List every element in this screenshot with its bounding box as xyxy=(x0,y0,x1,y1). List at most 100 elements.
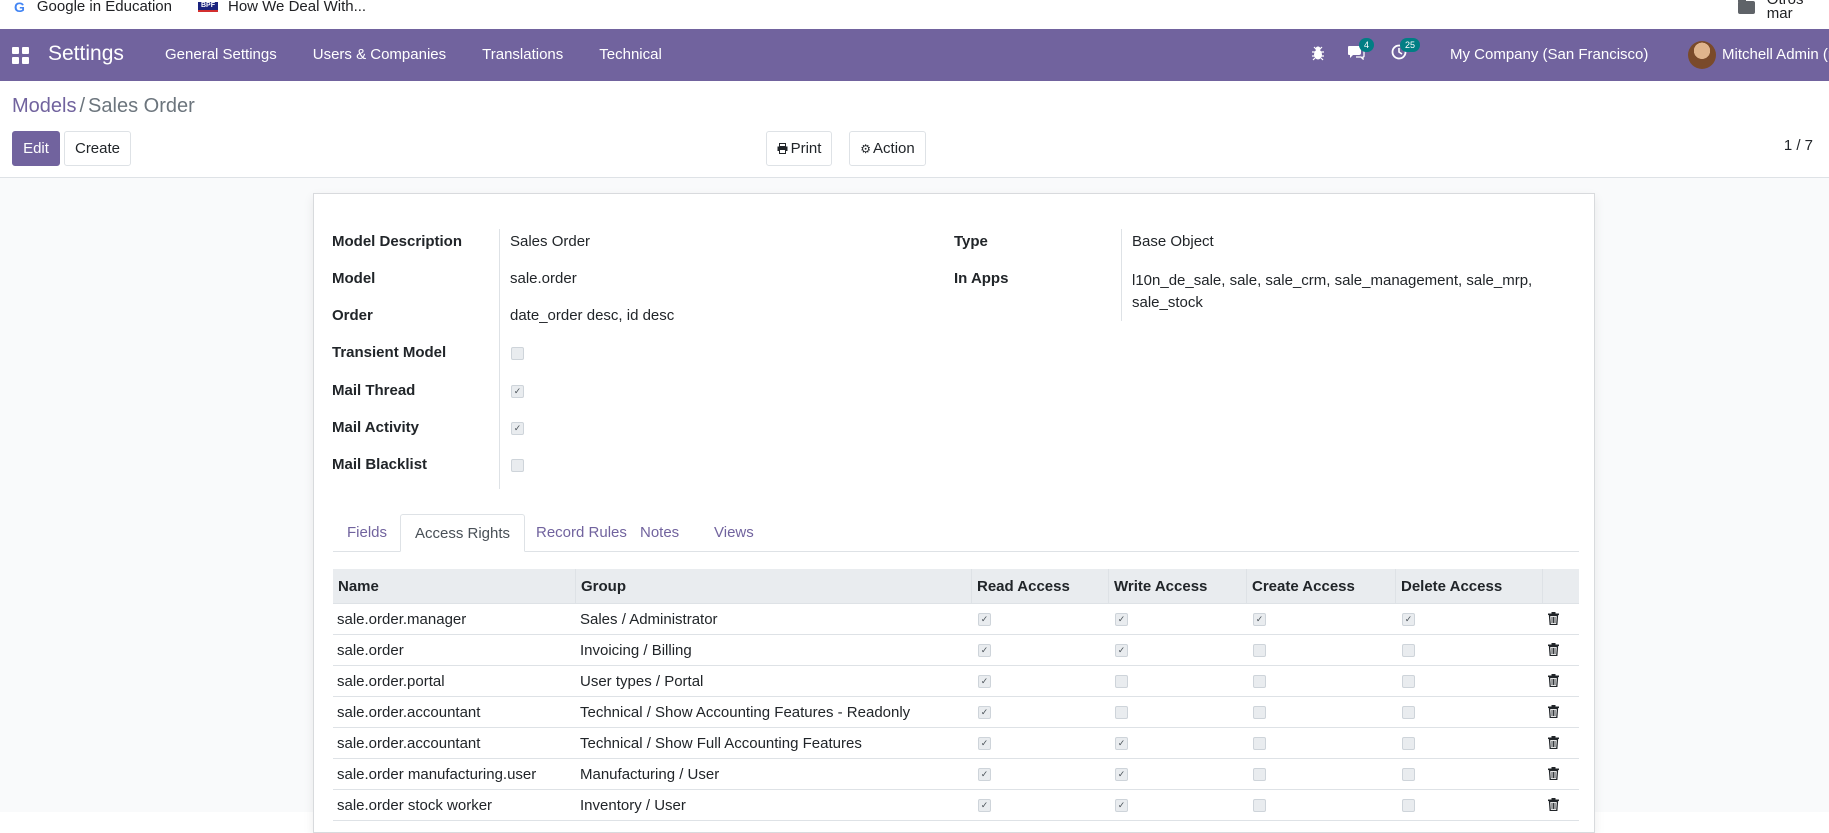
cell-group: Inventory / User xyxy=(580,797,686,814)
create-access-checkbox xyxy=(1253,737,1266,750)
tab-notes[interactable]: Notes xyxy=(626,514,693,552)
trash-icon[interactable] xyxy=(1548,705,1559,718)
transient-model-checkbox xyxy=(511,347,524,360)
cell-name: sale.order xyxy=(337,642,404,659)
table-row[interactable]: sale.order Invoicing / Billing xyxy=(333,635,1579,666)
delete-access-checkbox xyxy=(1402,675,1415,688)
table-row[interactable]: sale.order stock worker Inventory / User xyxy=(333,790,1579,821)
read-access-checkbox xyxy=(978,675,991,688)
column-group[interactable]: Group xyxy=(576,569,972,604)
table-row[interactable]: sale.order.accountant Technical / Show Ac… xyxy=(333,697,1579,728)
trash-icon[interactable] xyxy=(1548,643,1559,656)
avatar[interactable] xyxy=(1688,41,1716,69)
top-menu: General Settings Users & Companies Trans… xyxy=(165,46,698,63)
gear-icon: ⚙ xyxy=(860,141,872,156)
write-access-checkbox xyxy=(1115,706,1128,719)
bookmark-label: Google in Education xyxy=(36,0,172,15)
delete-access-checkbox xyxy=(1402,737,1415,750)
print-label: Print xyxy=(790,140,822,157)
read-access-checkbox xyxy=(978,644,991,657)
mail-activity-checkbox xyxy=(511,422,524,435)
print-button[interactable]: Print xyxy=(766,131,832,166)
delete-access-checkbox xyxy=(1402,706,1415,719)
write-access-checkbox xyxy=(1115,799,1128,812)
menu-users-companies[interactable]: Users & Companies xyxy=(313,46,446,63)
cell-group: Invoicing / Billing xyxy=(580,642,692,659)
menu-general-settings[interactable]: General Settings xyxy=(165,46,277,63)
trash-icon[interactable] xyxy=(1548,674,1559,687)
create-access-checkbox xyxy=(1253,613,1266,626)
form-view: Model Description Model Order Transient … xyxy=(0,178,1829,833)
chat-badge: 4 xyxy=(1359,38,1375,52)
tab-views[interactable]: Views xyxy=(700,514,768,552)
action-button[interactable]: ⚙ Action xyxy=(849,131,926,166)
create-access-checkbox xyxy=(1253,768,1266,781)
create-access-checkbox xyxy=(1253,706,1266,719)
breadcrumb-separator: / xyxy=(79,95,86,117)
control-panel: Models / Sales Order Edit Create Print ⚙ A… xyxy=(0,81,1829,178)
bookmark-google-education[interactable]: G Google in Education xyxy=(14,0,172,14)
app-brand[interactable]: Settings xyxy=(48,42,124,66)
delete-access-checkbox xyxy=(1402,799,1415,812)
menu-translations[interactable]: Translations xyxy=(482,46,563,63)
table-row[interactable]: sale.order.accountant Technical / Show Fu… xyxy=(333,728,1579,759)
google-icon: G xyxy=(14,0,25,15)
table-row[interactable]: sale.order.portal User types / Portal xyxy=(333,666,1579,697)
tab-record-rules[interactable]: Record Rules xyxy=(522,514,641,552)
table-body: sale.order.managerSales / Administrators… xyxy=(333,604,1579,821)
delete-access-checkbox xyxy=(1402,613,1415,626)
column-read-access[interactable]: Read Access xyxy=(972,569,1109,604)
pager-value[interactable]: 1 / 7 xyxy=(1784,137,1813,154)
folder-icon xyxy=(1738,0,1755,14)
bookmark-other-folder[interactable]: Otros mar xyxy=(1738,0,1829,21)
activity-badge: 25 xyxy=(1400,38,1421,52)
create-access-checkbox xyxy=(1253,644,1266,657)
column-name[interactable]: Name xyxy=(333,569,576,604)
column-delete-access[interactable]: Delete Access xyxy=(1396,569,1543,604)
company-switcher[interactable]: My Company (San Francisco) xyxy=(1450,46,1648,63)
column-create-access[interactable]: Create Access xyxy=(1247,569,1396,604)
value-order: date_order desc, id desc xyxy=(510,307,675,324)
apps-grid-icon[interactable] xyxy=(12,47,29,64)
value-in-apps: l10n_de_sale, sale, sale_crm, sale_manag… xyxy=(1132,270,1532,314)
bookmark-label: Otros mar xyxy=(1766,0,1804,22)
trash-icon[interactable] xyxy=(1548,736,1559,749)
label-type: Type xyxy=(954,233,988,250)
cell-group: Sales / Administrator xyxy=(580,611,718,628)
value-model-description: Sales Order xyxy=(510,233,591,250)
create-access-checkbox xyxy=(1253,675,1266,688)
form-sheet: Model Description Model Order Transient … xyxy=(313,193,1595,833)
cell-name: sale.order.manager xyxy=(337,611,467,628)
column-actions xyxy=(1543,569,1579,604)
read-access-checkbox xyxy=(978,737,991,750)
breadcrumb-models[interactable]: Models xyxy=(12,95,76,117)
trash-icon[interactable] xyxy=(1548,767,1559,780)
table-row[interactable]: sale.order.manager Sales / Administrator xyxy=(333,604,1579,635)
table-row[interactable]: sale.order manufacturing.user Manufacturi… xyxy=(333,759,1579,790)
bug-icon[interactable] xyxy=(1311,45,1325,61)
delete-access-checkbox xyxy=(1402,644,1415,657)
access-rights-table: Name Group Read Access Write Access Crea… xyxy=(333,569,1579,821)
notebook-tabs: Fields Access Rights Record Rules Notes … xyxy=(333,514,1579,552)
cell-name: sale.order.accountant xyxy=(337,704,481,721)
edit-button[interactable]: Edit xyxy=(12,131,60,166)
trash-icon[interactable] xyxy=(1548,612,1559,625)
menu-technical[interactable]: Technical xyxy=(599,46,662,63)
in-apps-line: l10n_de_sale, sale, sale_crm, sale_manag… xyxy=(1132,272,1533,289)
bookmark-how-we-deal[interactable]: BPF How We Deal With... xyxy=(198,0,366,14)
table-header: Name Group Read Access Write Access Crea… xyxy=(333,569,1579,604)
tab-access-rights[interactable]: Access Rights xyxy=(400,514,526,552)
tab-fields[interactable]: Fields xyxy=(333,514,401,552)
cell-name: sale.order stock worker xyxy=(337,797,493,814)
cell-name: sale.order.portal xyxy=(337,673,445,690)
bookmark-label: How We Deal With... xyxy=(228,0,367,15)
user-menu[interactable]: Mitchell Admin (m xyxy=(1722,46,1829,63)
action-label: Action xyxy=(873,140,915,157)
divider xyxy=(499,229,500,489)
read-access-checkbox xyxy=(978,706,991,719)
cell-group: Technical / Show Full Accounting Feature… xyxy=(580,735,862,752)
in-apps-line: sale_stock xyxy=(1132,294,1203,311)
trash-icon[interactable] xyxy=(1548,798,1559,811)
create-button[interactable]: Create xyxy=(64,131,131,166)
column-write-access[interactable]: Write Access xyxy=(1109,569,1247,604)
